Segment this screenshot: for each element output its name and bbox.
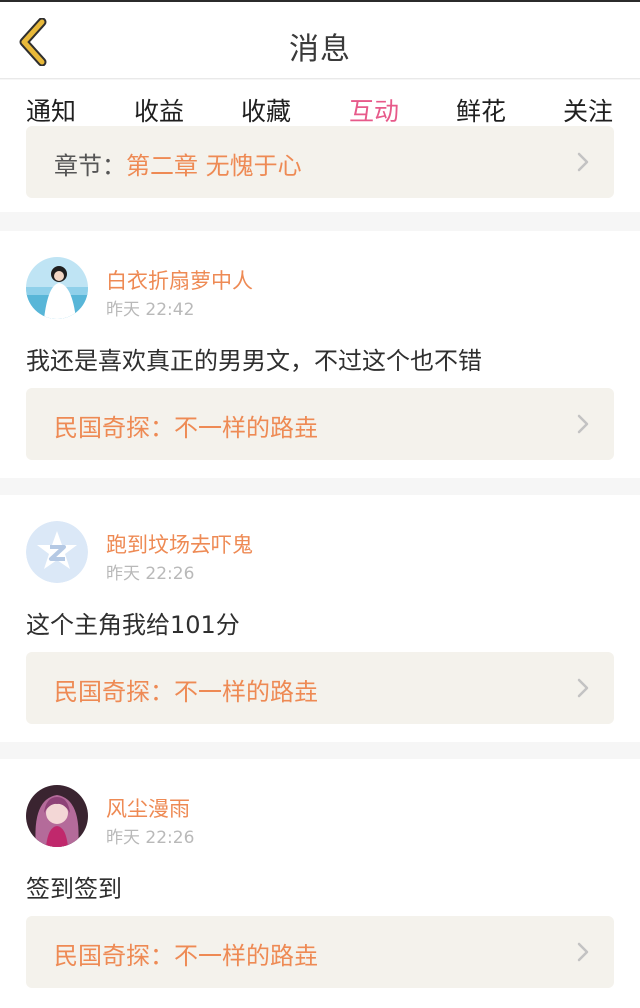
chevron-right-icon	[577, 414, 589, 434]
avatar-photo-icon	[26, 785, 88, 847]
chapter-link[interactable]: 章节：第二章 无愧于心	[26, 126, 614, 198]
timestamp: 昨天 22:26	[106, 564, 195, 584]
comment-card: 风尘漫雨 昨天 22:26 签到签到 民国奇探：不一样的路垚	[0, 759, 640, 1008]
page-title: 消息	[289, 32, 351, 67]
username[interactable]: 白衣折扇萝中人	[106, 265, 253, 295]
avatar[interactable]	[26, 521, 88, 583]
book-link[interactable]: 民国奇探：不一样的路垚	[26, 916, 614, 988]
comment-text: 这个主角我给101分	[26, 611, 240, 639]
book-link[interactable]: 民国奇探：不一样的路垚	[26, 652, 614, 724]
comment-text: 签到签到	[26, 875, 122, 903]
timestamp: 昨天 22:26	[106, 828, 195, 848]
chapter-title: 第二章 无愧于心	[126, 152, 302, 180]
avatar-photo-icon	[26, 257, 88, 319]
screen: 消息 通知 收益 收藏 互动 鲜花 关注 章节：第二章 无愧于心 白衣折扇萝中人…	[0, 0, 640, 1008]
tab-notifications[interactable]: 通知	[11, 92, 91, 128]
username[interactable]: 风尘漫雨	[106, 793, 190, 823]
header-bar: 消息	[0, 2, 640, 79]
tab-following[interactable]: 关注	[548, 92, 628, 128]
username[interactable]: 跑到坟场去吓鬼	[106, 529, 253, 559]
avatar[interactable]	[26, 257, 88, 319]
comment-text: 我还是喜欢真正的男男文，不过这个也不错	[26, 347, 482, 375]
tab-flowers[interactable]: 鲜花	[441, 92, 521, 128]
tab-earnings[interactable]: 收益	[119, 92, 199, 128]
tab-favorites[interactable]: 收藏	[226, 92, 306, 128]
comment-card: 白衣折扇萝中人 昨天 22:42 我还是喜欢真正的男男文，不过这个也不错 民国奇…	[0, 231, 640, 478]
chapter-card: 章节：第二章 无愧于心	[0, 126, 640, 212]
chevron-right-icon	[577, 942, 589, 962]
book-title: 民国奇探：不一样的路垚	[54, 678, 318, 706]
default-avatar-icon	[26, 521, 88, 583]
book-title: 民国奇探：不一样的路垚	[54, 942, 318, 970]
tab-interactions[interactable]: 互动	[334, 92, 414, 128]
chevron-right-icon	[577, 152, 589, 172]
book-title: 民国奇探：不一样的路垚	[54, 414, 318, 442]
book-link[interactable]: 民国奇探：不一样的路垚	[26, 388, 614, 460]
chapter-prefix: 章节：	[54, 152, 126, 180]
avatar[interactable]	[26, 785, 88, 847]
comment-card: 跑到坟场去吓鬼 昨天 22:26 这个主角我给101分 民国奇探：不一样的路垚	[0, 495, 640, 742]
chevron-right-icon	[577, 678, 589, 698]
timestamp: 昨天 22:42	[106, 300, 195, 320]
